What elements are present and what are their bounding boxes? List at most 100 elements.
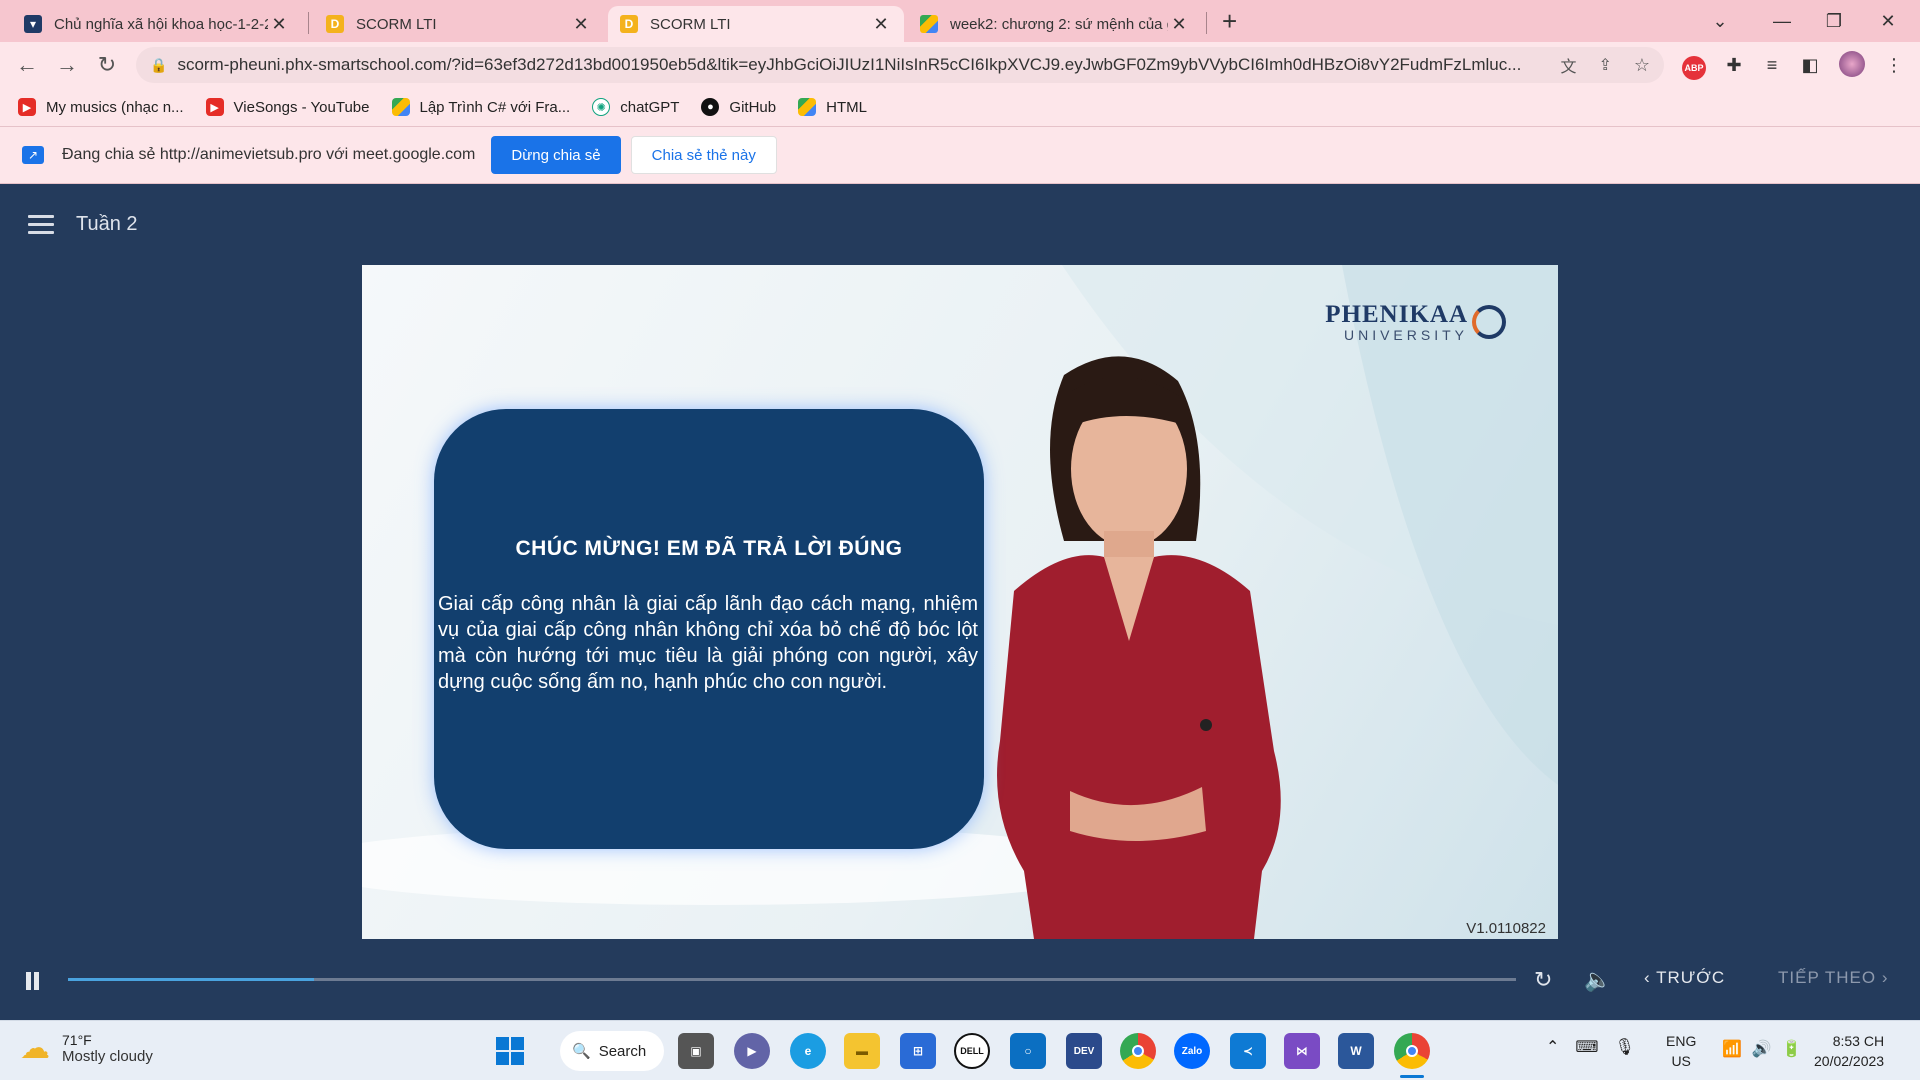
share-icon[interactable]: ⇪	[1598, 55, 1611, 75]
teams-chat-icon[interactable]: ▶	[734, 1033, 770, 1069]
tab-divider	[1206, 12, 1207, 34]
address-bar[interactable]: 🔒 scorm-pheuni.phx-smartschool.com/?id=6…	[136, 47, 1664, 83]
tray-overflow-chevron-icon[interactable]: ⌃	[1546, 1037, 1559, 1057]
windows-taskbar: ☁ 71°F Mostly cloudy 🔍 Search ▣ ▶ e ▬ ⊞ D…	[0, 1020, 1920, 1080]
previous-label: TRƯỚC	[1656, 968, 1726, 987]
bookmark-item[interactable]: ● GitHub	[701, 98, 776, 116]
hamburger-menu-icon[interactable]	[28, 215, 54, 235]
tab-title: week2: chương 2: sứ mệnh của g	[950, 15, 1168, 33]
tab-title: SCORM LTI	[650, 15, 731, 33]
google-drive-icon	[391, 98, 410, 116]
zalo-icon[interactable]: Zalo	[1174, 1033, 1210, 1069]
cortana-icon[interactable]: ○	[1010, 1033, 1046, 1069]
feedback-title: CHÚC MỪNG! EM ĐÃ TRẢ LỜI ĐÚNG	[515, 537, 903, 560]
microphone-icon[interactable]: 🎙	[1615, 1037, 1635, 1057]
tab-2[interactable]: D SCORM LTI ✕	[314, 6, 604, 42]
language-region: US	[1671, 1053, 1691, 1069]
close-icon[interactable]: ✕	[570, 14, 592, 35]
close-icon[interactable]: ✕	[268, 14, 290, 35]
google-drive-icon	[798, 98, 817, 116]
google-drive-favicon-icon	[920, 15, 938, 33]
vscode-icon[interactable]: ≺	[1230, 1033, 1266, 1069]
logo-subtitle: UNIVERSITY	[1343, 327, 1468, 343]
tab-1[interactable]: ▾ Chủ nghĩa xã hội khoa học-1-2-2 ✕	[12, 6, 302, 42]
back-arrow-icon[interactable]: ←	[12, 50, 42, 80]
file-explorer-icon[interactable]: ▬	[844, 1033, 880, 1069]
new-tab-button[interactable]: +	[1222, 6, 1237, 37]
media-control-icon[interactable]: ≡	[1758, 51, 1786, 79]
adblock-extension-icon[interactable]: ABP	[1680, 51, 1708, 80]
close-icon[interactable]: ✕	[1168, 14, 1190, 35]
chrome-profile-icon[interactable]	[1394, 1033, 1430, 1069]
star-bookmark-icon[interactable]: ☆	[1634, 55, 1650, 76]
d-favicon-icon: D	[326, 15, 344, 33]
system-clock[interactable]: 8:53 CH 20/02/2023	[1814, 1031, 1884, 1071]
input-language[interactable]: ENG US	[1666, 1031, 1696, 1071]
windows-start-icon[interactable]	[492, 1033, 528, 1069]
progress-fill	[68, 978, 315, 981]
close-icon[interactable]: ✕	[870, 14, 892, 35]
extensions-puzzle-icon[interactable]: ✚	[1720, 51, 1748, 79]
bookmark-label: Lập Trình C# với Fra...	[419, 98, 571, 116]
screen-share-icon: ↗	[22, 146, 44, 164]
chrome-icon[interactable]	[1120, 1033, 1156, 1069]
task-view-icon[interactable]: ▣	[678, 1033, 714, 1069]
translate-icon[interactable]: 文	[1560, 53, 1576, 77]
keyboard-icon[interactable]: ⌨	[1575, 1037, 1598, 1057]
volume-icon[interactable]: 🔈	[1584, 967, 1611, 993]
next-button[interactable]: TIẾP THEO ›	[1778, 968, 1889, 988]
avatar-image	[1839, 51, 1865, 77]
weather-widget[interactable]: ☁ 71°F Mostly cloudy	[20, 1031, 153, 1066]
d-favicon-icon: D	[620, 15, 638, 33]
scorm-player: Tuần 2 CHÚC MỪNG! EM ĐÃ TRẢ LỜI ĐÚNG Gia…	[0, 185, 1920, 1020]
restore-icon[interactable]: ❐	[1814, 6, 1854, 36]
bookmarks-bar: ▶ My musics (nhạc n... ▶ VieSongs - YouTub…	[0, 88, 1920, 126]
dev-cpp-icon[interactable]: DEV	[1066, 1033, 1102, 1069]
edge-browser-icon[interactable]: e	[790, 1033, 826, 1069]
stop-sharing-button[interactable]: Dừng chia sẻ	[491, 136, 621, 174]
visual-studio-icon[interactable]: ⋈	[1284, 1033, 1320, 1069]
feedback-card: CHÚC MỪNG! EM ĐÃ TRẢ LỜI ĐÚNG Giai cấp c…	[434, 409, 984, 849]
taskbar-search[interactable]: 🔍 Search	[560, 1031, 664, 1071]
chevron-left-icon: ‹	[1644, 968, 1657, 987]
profile-avatar[interactable]	[1838, 51, 1866, 79]
bookmark-item[interactable]: ▶ VieSongs - YouTube	[205, 98, 370, 116]
network-status[interactable]: 📶 🔊 🔋	[1722, 1039, 1802, 1059]
pause-icon[interactable]	[26, 972, 42, 992]
bookmark-item[interactable]: HTML	[798, 98, 867, 116]
youtube-icon: ▶	[18, 98, 36, 116]
word-icon[interactable]: W	[1338, 1033, 1374, 1069]
browser-toolbar: ← → ↻ 🔒 scorm-pheuni.phx-smartschool.com…	[0, 42, 1920, 88]
tab-search-chevron-icon[interactable]: ⌄	[1700, 6, 1740, 36]
tab-4[interactable]: week2: chương 2: sứ mệnh của g ✕	[908, 6, 1202, 42]
forward-arrow-icon[interactable]: →	[52, 50, 82, 80]
openai-icon: ✺	[592, 98, 611, 116]
replay-icon[interactable]: ↻	[1534, 967, 1552, 993]
dell-icon[interactable]: DELL	[954, 1033, 990, 1069]
previous-button[interactable]: ‹ TRƯỚC	[1644, 968, 1725, 988]
weather-description: Mostly cloudy	[62, 1048, 153, 1065]
chevron-right-icon: ›	[1876, 968, 1889, 987]
side-panel-icon[interactable]: ◧	[1796, 51, 1824, 79]
progress-bar[interactable]	[68, 978, 1516, 981]
wifi-icon: 📶	[1722, 1041, 1742, 1058]
tab-3-active[interactable]: D SCORM LTI ✕	[608, 6, 904, 42]
reload-icon[interactable]: ↻	[92, 50, 122, 80]
bookmark-item[interactable]: ▶ My musics (nhạc n...	[18, 98, 184, 116]
minimize-icon[interactable]: —	[1762, 6, 1802, 36]
kebab-menu-icon[interactable]: ⋮	[1880, 51, 1908, 79]
microsoft-store-icon[interactable]: ⊞	[900, 1033, 936, 1069]
close-window-icon[interactable]: ✕	[1868, 6, 1908, 36]
battery-icon: 🔋	[1781, 1041, 1802, 1058]
logo-wordmark: PHENIKAA	[1325, 301, 1468, 328]
bookmark-label: My musics (nhạc n...	[46, 98, 184, 116]
lesson-video[interactable]: CHÚC MỪNG! EM ĐÃ TRẢ LỜI ĐÚNG Giai cấp c…	[362, 265, 1558, 939]
share-status-text: Đang chia sẻ http://animevietsub.pro với…	[62, 146, 476, 163]
share-this-tab-button[interactable]: Chia sẻ thẻ này	[630, 136, 777, 174]
bookmark-item[interactable]: ✺ chatGPT	[592, 98, 679, 116]
bookmark-item[interactable]: Lập Trình C# với Fra...	[391, 98, 571, 116]
lock-icon: 🔒	[150, 56, 168, 73]
url-text[interactable]: scorm-pheuni.phx-smartschool.com/?id=63e…	[177, 55, 1546, 75]
feedback-text: Giai cấp công nhân là giai cấp lãnh đạo …	[438, 593, 978, 693]
bookmark-label: VieSongs - YouTube	[233, 98, 370, 116]
